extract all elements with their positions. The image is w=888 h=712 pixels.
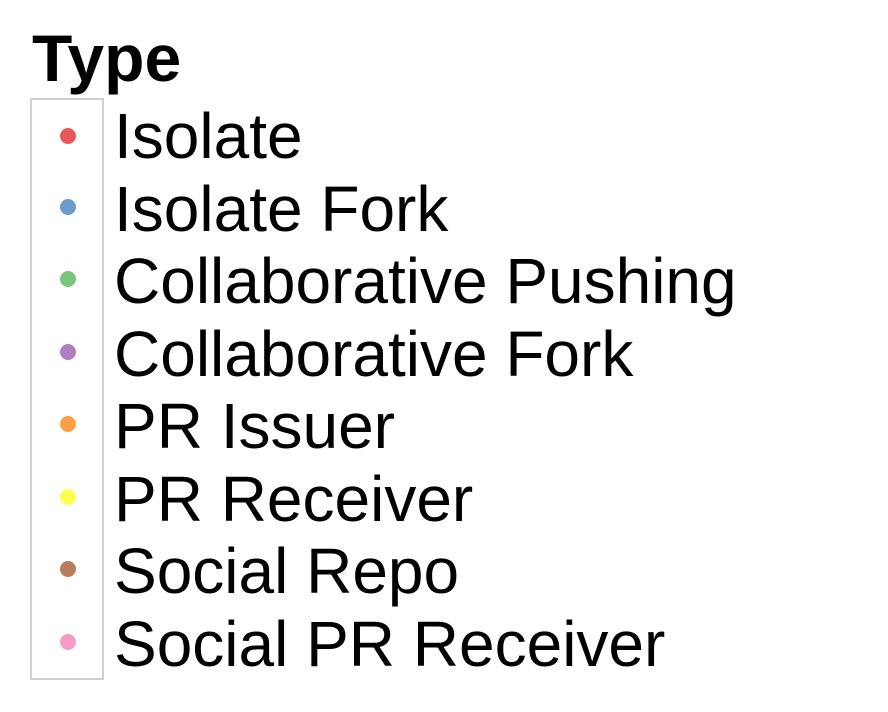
legend-key bbox=[30, 460, 104, 535]
legend-key bbox=[30, 170, 104, 245]
legend-item: Social PR Receiver bbox=[30, 605, 880, 680]
legend-marker bbox=[60, 416, 76, 432]
legend-label: PR Issuer bbox=[114, 390, 395, 462]
legend-label: Collaborative Pushing bbox=[114, 245, 737, 317]
legend-label: PR Receiver bbox=[114, 462, 474, 535]
legend-key bbox=[30, 315, 104, 390]
legend-label: Social Repo bbox=[114, 535, 460, 607]
legend-label: Isolate bbox=[114, 100, 303, 172]
legend-label: Isolate Fork bbox=[114, 172, 449, 245]
legend-key bbox=[30, 388, 104, 463]
legend-marker bbox=[60, 633, 76, 650]
legend-marker bbox=[60, 271, 76, 287]
legend-key bbox=[30, 533, 104, 608]
legend-key bbox=[30, 243, 104, 318]
legend-item: Collaborative Pushing bbox=[30, 243, 880, 318]
legend-key bbox=[30, 605, 104, 680]
legend-item: Isolate Fork bbox=[30, 170, 880, 245]
legend-items: Isolate Isolate Fork Collaborative Pushing… bbox=[30, 98, 880, 680]
legend-marker bbox=[60, 198, 76, 215]
legend-item: Isolate bbox=[30, 98, 880, 173]
legend-item: Social Repo bbox=[30, 533, 880, 608]
legend-title: Type bbox=[32, 21, 182, 95]
legend-key bbox=[30, 98, 104, 173]
legend-label: Social PR Receiver bbox=[114, 607, 666, 680]
legend-marker bbox=[60, 488, 76, 505]
legend-marker bbox=[60, 128, 76, 144]
legend: Type Isolate Isolate Fork Collaborative Pu… bbox=[0, 0, 888, 712]
legend-marker bbox=[60, 343, 76, 360]
legend-marker bbox=[60, 561, 76, 577]
legend-item: PR Receiver bbox=[30, 460, 880, 535]
legend-item: PR Issuer bbox=[30, 388, 880, 463]
legend-label: Collaborative Fork bbox=[114, 317, 634, 390]
legend-item: Collaborative Fork bbox=[30, 315, 880, 390]
